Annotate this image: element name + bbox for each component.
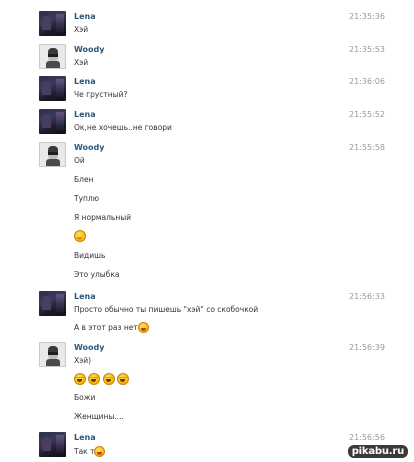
- laughing-crying-emoji-icon: [88, 373, 101, 385]
- sender-name[interactable]: Woody: [74, 45, 104, 54]
- message-text: Ой: [74, 156, 85, 165]
- laughing-crying-emoji-icon: [74, 373, 86, 385]
- message-text-with-emoji: Так т: [74, 446, 106, 457]
- timestamp: 21:36:06: [349, 77, 385, 86]
- message-text: Хэй): [74, 356, 92, 365]
- tongue-emoji-icon: [137, 322, 149, 333]
- smile-emoji-icon: [74, 230, 86, 242]
- sender-name[interactable]: Lena: [74, 12, 96, 21]
- tongue-emoji-icon: [94, 446, 106, 457]
- avatar-woody[interactable]: [39, 44, 66, 69]
- message-text: Хэй: [74, 25, 89, 34]
- message-text: Просто обычно ты пишешь "хэй" со скобочк…: [74, 305, 259, 314]
- message-text: Так т: [74, 447, 95, 456]
- message-text: Видишь: [74, 251, 106, 260]
- avatar-lena[interactable]: [39, 432, 66, 457]
- message-text: А в этот раз нет: [74, 323, 138, 332]
- message-text: Туплю: [74, 194, 100, 203]
- timestamp: 21:35:36: [349, 12, 385, 21]
- avatar-lena[interactable]: [39, 109, 66, 134]
- watermark-logo: pikabu.ru: [347, 445, 408, 458]
- sender-name[interactable]: Lena: [74, 292, 96, 301]
- sender-name[interactable]: Woody: [74, 143, 104, 152]
- avatar-woody[interactable]: [39, 342, 66, 367]
- message-emoji-line: [74, 230, 86, 242]
- message-text: Че грустный?: [74, 90, 128, 99]
- avatar-woody[interactable]: [39, 142, 66, 167]
- sender-name[interactable]: Lena: [74, 77, 96, 86]
- message-text: Ок,не хочешь..не говори: [74, 123, 172, 132]
- avatar-lena[interactable]: [39, 291, 66, 316]
- message-text: Это улыбка: [74, 270, 120, 279]
- timestamp: 21:55:52: [349, 110, 385, 119]
- sender-name[interactable]: Lena: [74, 110, 96, 119]
- timestamp: 21:55:58: [349, 143, 385, 152]
- message-text: Женщины....: [74, 412, 124, 421]
- timestamp: 21:56:56: [349, 433, 385, 442]
- message-emoji-line: [74, 373, 130, 385]
- avatar-lena[interactable]: [39, 11, 66, 36]
- message-text: Божи: [74, 393, 96, 402]
- message-text-with-emoji: А в этот раз нет: [74, 322, 149, 333]
- message-text: Я нормальный: [74, 213, 132, 222]
- timestamp: 21:56:39: [349, 343, 385, 352]
- avatar-lena[interactable]: [39, 76, 66, 101]
- laughing-crying-emoji-icon: [102, 373, 115, 385]
- message-text: Блен: [74, 175, 94, 184]
- message-text: Хэй: [74, 58, 89, 67]
- sender-name[interactable]: Woody: [74, 343, 104, 352]
- timestamp: 21:56:33: [349, 292, 385, 301]
- timestamp: 21:35:53: [349, 45, 385, 54]
- sender-name[interactable]: Lena: [74, 433, 96, 442]
- laughing-crying-emoji-icon: [117, 373, 130, 385]
